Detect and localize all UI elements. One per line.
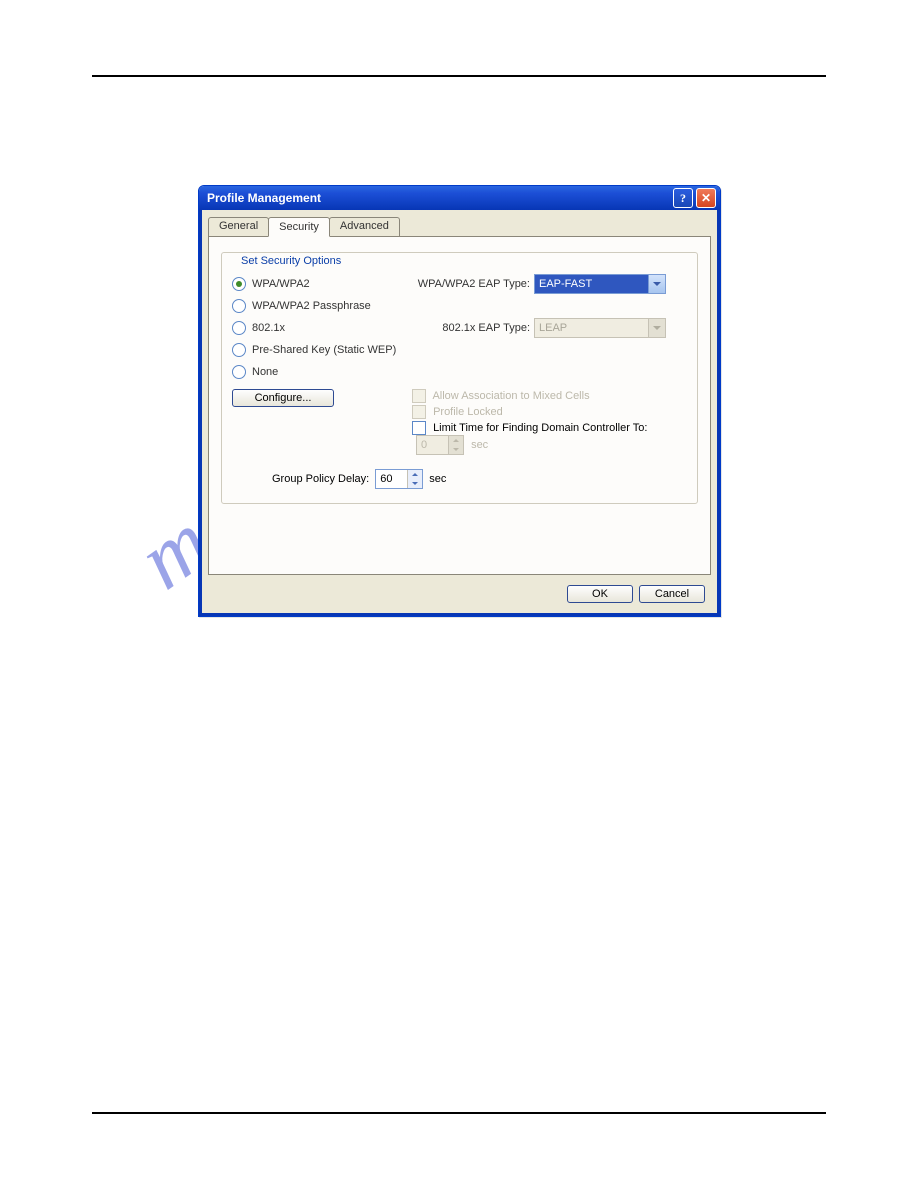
spinner-down[interactable]: [408, 479, 422, 488]
titlebar: Profile Management ? ✕: [199, 186, 720, 210]
profile-locked-checkbox: [412, 405, 426, 419]
triangle-up-icon: [412, 473, 418, 476]
right-column: WPA/WPA2 EAP Type: EAP-FAST 802.1x EAP T…: [412, 273, 687, 457]
dialog-title: Profile Management: [207, 191, 321, 205]
limit-time-unit: sec: [471, 439, 488, 451]
page-rule-top: [92, 75, 826, 77]
triangle-down-icon: [453, 448, 459, 451]
chevron-down-icon: [653, 282, 661, 286]
cancel-button[interactable]: Cancel: [639, 585, 705, 603]
radio-none[interactable]: [232, 365, 246, 379]
checkbox-column: Allow Association to Mixed Cells Profile…: [412, 389, 687, 455]
radio-8021x[interactable]: [232, 321, 246, 335]
limit-time-checkbox[interactable]: [412, 421, 426, 435]
radio-column: WPA/WPA2 WPA/WPA2 Passphrase 802.1x: [232, 273, 402, 457]
radio-psk-label: Pre-Shared Key (Static WEP): [252, 344, 396, 356]
spinner-down: [449, 445, 463, 454]
radio-psk[interactable]: [232, 343, 246, 357]
limit-time-row: Limit Time for Finding Domain Controller…: [412, 421, 687, 455]
spacer-row1: [412, 295, 687, 317]
radio-8021x-row[interactable]: 802.1x: [232, 317, 402, 339]
fieldset-legend: Set Security Options: [238, 255, 344, 267]
spinner-up: [449, 436, 463, 445]
radio-psk-row[interactable]: Pre-Shared Key (Static WEP): [232, 339, 402, 361]
dot1x-eap-dropdown-btn: [648, 319, 665, 337]
group-policy-unit: sec: [429, 473, 446, 485]
wpa-eap-label: WPA/WPA2 EAP Type:: [412, 278, 530, 290]
configure-button[interactable]: Configure...: [232, 389, 334, 407]
group-policy-spinner-buttons[interactable]: [407, 470, 422, 488]
wpa-eap-value: EAP-FAST: [535, 278, 648, 290]
triangle-down-icon: [412, 482, 418, 485]
spacer-row3: [412, 361, 687, 383]
wpa-eap-dropdown[interactable]: EAP-FAST: [534, 274, 666, 294]
radio-wpa-pass-row[interactable]: WPA/WPA2 Passphrase: [232, 295, 402, 317]
profile-locked-label: Profile Locked: [433, 406, 503, 418]
titlebar-buttons: ? ✕: [673, 188, 716, 208]
radio-wpa-pass[interactable]: [232, 299, 246, 313]
radio-wpa-pass-label: WPA/WPA2 Passphrase: [252, 300, 371, 312]
wpa-eap-row: WPA/WPA2 EAP Type: EAP-FAST: [412, 273, 687, 295]
radio-wpa[interactable]: [232, 277, 246, 291]
group-policy-value: 60: [376, 470, 407, 488]
close-icon: ✕: [701, 191, 711, 205]
radio-none-row[interactable]: None: [232, 361, 402, 383]
help-button[interactable]: ?: [673, 188, 693, 208]
dialog-footer: OK Cancel: [208, 575, 711, 603]
page-rule-bottom: [92, 1112, 826, 1114]
group-policy-spinner[interactable]: 60: [375, 469, 423, 489]
dot1x-eap-row: 802.1x EAP Type: LEAP: [412, 317, 687, 339]
mixed-cells-label: Allow Association to Mixed Cells: [432, 390, 589, 402]
tab-security[interactable]: Security: [268, 217, 330, 237]
radio-8021x-label: 802.1x: [252, 322, 285, 334]
tab-advanced[interactable]: Advanced: [329, 217, 400, 236]
options-columns: WPA/WPA2 WPA/WPA2 Passphrase 802.1x: [232, 273, 687, 457]
close-button[interactable]: ✕: [696, 188, 716, 208]
mixed-cells-row: Allow Association to Mixed Cells: [412, 389, 687, 403]
profile-management-dialog: Profile Management ? ✕ General Security …: [198, 185, 721, 617]
security-options-fieldset: Set Security Options WPA/WPA2 WPA/WPA2 P…: [221, 252, 698, 504]
dot1x-eap-value: LEAP: [535, 322, 648, 334]
dot1x-eap-label: 802.1x EAP Type:: [412, 322, 530, 334]
profile-locked-row: Profile Locked: [412, 405, 687, 419]
spinner-up[interactable]: [408, 470, 422, 479]
limit-time-label: Limit Time for Finding Domain Controller…: [433, 422, 647, 434]
mixed-cells-checkbox: [412, 389, 426, 403]
tab-panel-security: Set Security Options WPA/WPA2 WPA/WPA2 P…: [208, 236, 711, 575]
radio-none-label: None: [252, 366, 278, 378]
dot1x-eap-dropdown: LEAP: [534, 318, 666, 338]
radio-wpa-row[interactable]: WPA/WPA2: [232, 273, 402, 295]
limit-time-spinner: 0: [416, 435, 464, 455]
spacer-row2: [412, 339, 687, 361]
wpa-eap-dropdown-btn[interactable]: [648, 275, 665, 293]
chevron-down-icon: [653, 326, 661, 330]
tab-strip: General Security Advanced: [208, 217, 711, 237]
dialog-inner: General Security Advanced Set Security O…: [199, 210, 720, 616]
radio-wpa-label: WPA/WPA2: [252, 278, 310, 290]
group-policy-label: Group Policy Delay:: [272, 473, 369, 485]
limit-time-spinner-buttons: [448, 436, 463, 454]
triangle-up-icon: [453, 439, 459, 442]
ok-button[interactable]: OK: [567, 585, 633, 603]
group-policy-row: Group Policy Delay: 60 sec: [232, 469, 687, 489]
tab-general[interactable]: General: [208, 217, 269, 236]
limit-time-value: 0: [417, 436, 448, 454]
